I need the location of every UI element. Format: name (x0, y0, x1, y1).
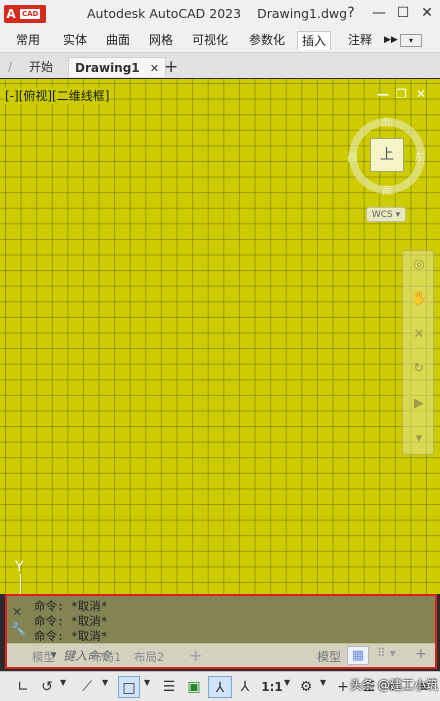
layout-tab-layout1[interactable]: 布局1 (91, 649, 121, 665)
tab-home[interactable]: 常用 (12, 31, 44, 50)
add-layout-icon[interactable]: + (189, 646, 202, 665)
viewport-minimize-icon[interactable]: — (377, 87, 389, 101)
pan-icon[interactable]: ✋ (411, 291, 427, 307)
ribbon-options-dropdown[interactable]: ▾ (400, 34, 422, 47)
annotation-scale-icon[interactable]: ⅄ (208, 676, 232, 698)
steering-wheel-icon[interactable]: ◎ (411, 257, 427, 273)
gear-icon[interactable]: ⚙ (296, 676, 316, 698)
annotation-visibility-icon[interactable]: ⅄ (236, 676, 254, 698)
app-name: Autodesk AutoCAD 2023 (87, 6, 242, 21)
compass-west[interactable]: 西 (347, 149, 357, 164)
grid-icon[interactable]: ▦ (347, 646, 369, 665)
file-tab-label: Drawing1 (75, 61, 140, 75)
plus-icon[interactable]: + (336, 676, 350, 698)
tab-parametric[interactable]: 参数化 (245, 31, 289, 50)
command-history-line: 命令: *取消* (34, 599, 108, 613)
chevron-down-icon[interactable]: ▾ (411, 431, 427, 447)
viewport-close-icon[interactable]: ✕ (416, 87, 426, 101)
wrench-icon[interactable]: 🔧 (11, 622, 26, 636)
wcs-label: WCS (371, 210, 393, 220)
lineweight-icon[interactable]: ☰ (160, 676, 178, 698)
chevron-down-icon[interactable]: ▼ (102, 678, 108, 687)
viewport-restore-icon[interactable]: ❐ (396, 87, 407, 101)
command-line-panel: ✕ 🔧 命令: *取消* 命令: *取消* 命令: *取消* 模型 ▾ 布局1 … (5, 594, 437, 669)
drawing-canvas[interactable]: [-][俯视][二维线框] — ❐ ✕ 上 北 南 东 西 WCS ▾ ◎ ✋ … (0, 79, 440, 594)
new-tab-icon[interactable]: + (164, 57, 178, 77)
file-tab-divider: / (8, 60, 13, 74)
command-history-line: 命令: *取消* (34, 614, 108, 628)
model-space-button[interactable]: 模型 (317, 648, 341, 665)
watermark-text: 头条 @建工小筑 (350, 678, 438, 692)
file-tabs: / 开始 Drawing1 ✕ + (0, 52, 440, 78)
ribbon-tabs: 常用 实体 曲面 网格 可视化 参数化 插入 注释 ▶▶ ▾ (0, 28, 440, 52)
command-input-row: 模型 ▾ 布局1 布局2 + 模型 ▦ ⠿ ▾ + (7, 643, 435, 667)
isodraft-icon[interactable]: ⟋ (78, 676, 96, 698)
tab-solid[interactable]: 实体 (59, 31, 91, 50)
viewport-controls-label[interactable]: [-][俯视][二维线框] (5, 87, 110, 104)
tab-insert[interactable]: 插入 (297, 31, 332, 50)
window-title: Autodesk AutoCAD 2023 Drawing1.dwg (87, 6, 359, 21)
navigation-bar: ◎ ✋ ✕ ↻ ▶ ▾ (402, 250, 434, 455)
plus-icon[interactable]: + (415, 646, 427, 662)
tab-mesh[interactable]: 网格 (145, 31, 177, 50)
snap-icon[interactable]: ⠿ ▾ (377, 646, 396, 660)
tab-surface[interactable]: 曲面 (102, 31, 134, 50)
logo-badge: CAD (20, 9, 41, 19)
close-icon[interactable]: ✕ (12, 605, 22, 619)
layout-tab-layout2[interactable]: 布局2 (134, 649, 164, 665)
polar-tracking-icon[interactable]: ↺ (38, 676, 56, 698)
compass-east[interactable]: 东 (414, 149, 424, 164)
chevron-down-icon[interactable]: ▼ (144, 678, 150, 687)
tab-annotate[interactable]: 注释 (344, 31, 376, 50)
close-button[interactable]: ✕ (416, 3, 438, 23)
command-history-line: 命令: *取消* (34, 629, 108, 643)
ucs-y-axis-label: Y (15, 559, 24, 575)
orbit-icon[interactable]: ↻ (411, 361, 427, 377)
selection-cycling-icon[interactable]: ▣ (184, 676, 204, 698)
chevron-down-icon[interactable]: ▼ (320, 678, 326, 687)
document-name: Drawing1.dwg (257, 6, 348, 21)
autocad-logo[interactable]: A CAD (4, 5, 46, 23)
chevron-down-icon[interactable]: ▾ (51, 648, 57, 661)
logo-letter: A (6, 7, 16, 21)
viewcube-top-face[interactable]: 上 (370, 138, 404, 172)
ucs-y-axis-line (20, 574, 21, 594)
file-tab-start[interactable]: 开始 (29, 57, 53, 77)
showmotion-icon[interactable]: ▶ (411, 396, 427, 412)
compass-south[interactable]: 南 (382, 182, 392, 197)
zoom-extents-icon[interactable]: ✕ (411, 327, 427, 343)
wcs-menu[interactable]: WCS ▾ (366, 207, 406, 222)
maximize-button[interactable]: ☐ (392, 3, 414, 23)
title-bar: A CAD Autodesk AutoCAD 2023 Drawing1.dwg… (0, 0, 440, 28)
annotation-scale-value[interactable]: 1:1 (260, 676, 284, 698)
chevron-down-icon[interactable]: ▼ (60, 678, 66, 687)
tab-visualize[interactable]: 可视化 (188, 31, 232, 50)
minimize-button[interactable]: — (368, 3, 390, 23)
close-icon[interactable]: ✕ (150, 62, 159, 75)
compass-north[interactable]: 北 (382, 114, 392, 129)
ortho-icon[interactable]: ∟ (14, 676, 32, 698)
chevron-down-icon[interactable]: ▼ (284, 678, 290, 687)
ribbon-overflow-icon[interactable]: ▶▶ (380, 31, 402, 50)
file-tab-drawing1[interactable]: Drawing1 ✕ (68, 57, 167, 77)
help-icon[interactable]: ? (340, 3, 362, 23)
object-snap-icon[interactable]: □ (118, 676, 140, 698)
